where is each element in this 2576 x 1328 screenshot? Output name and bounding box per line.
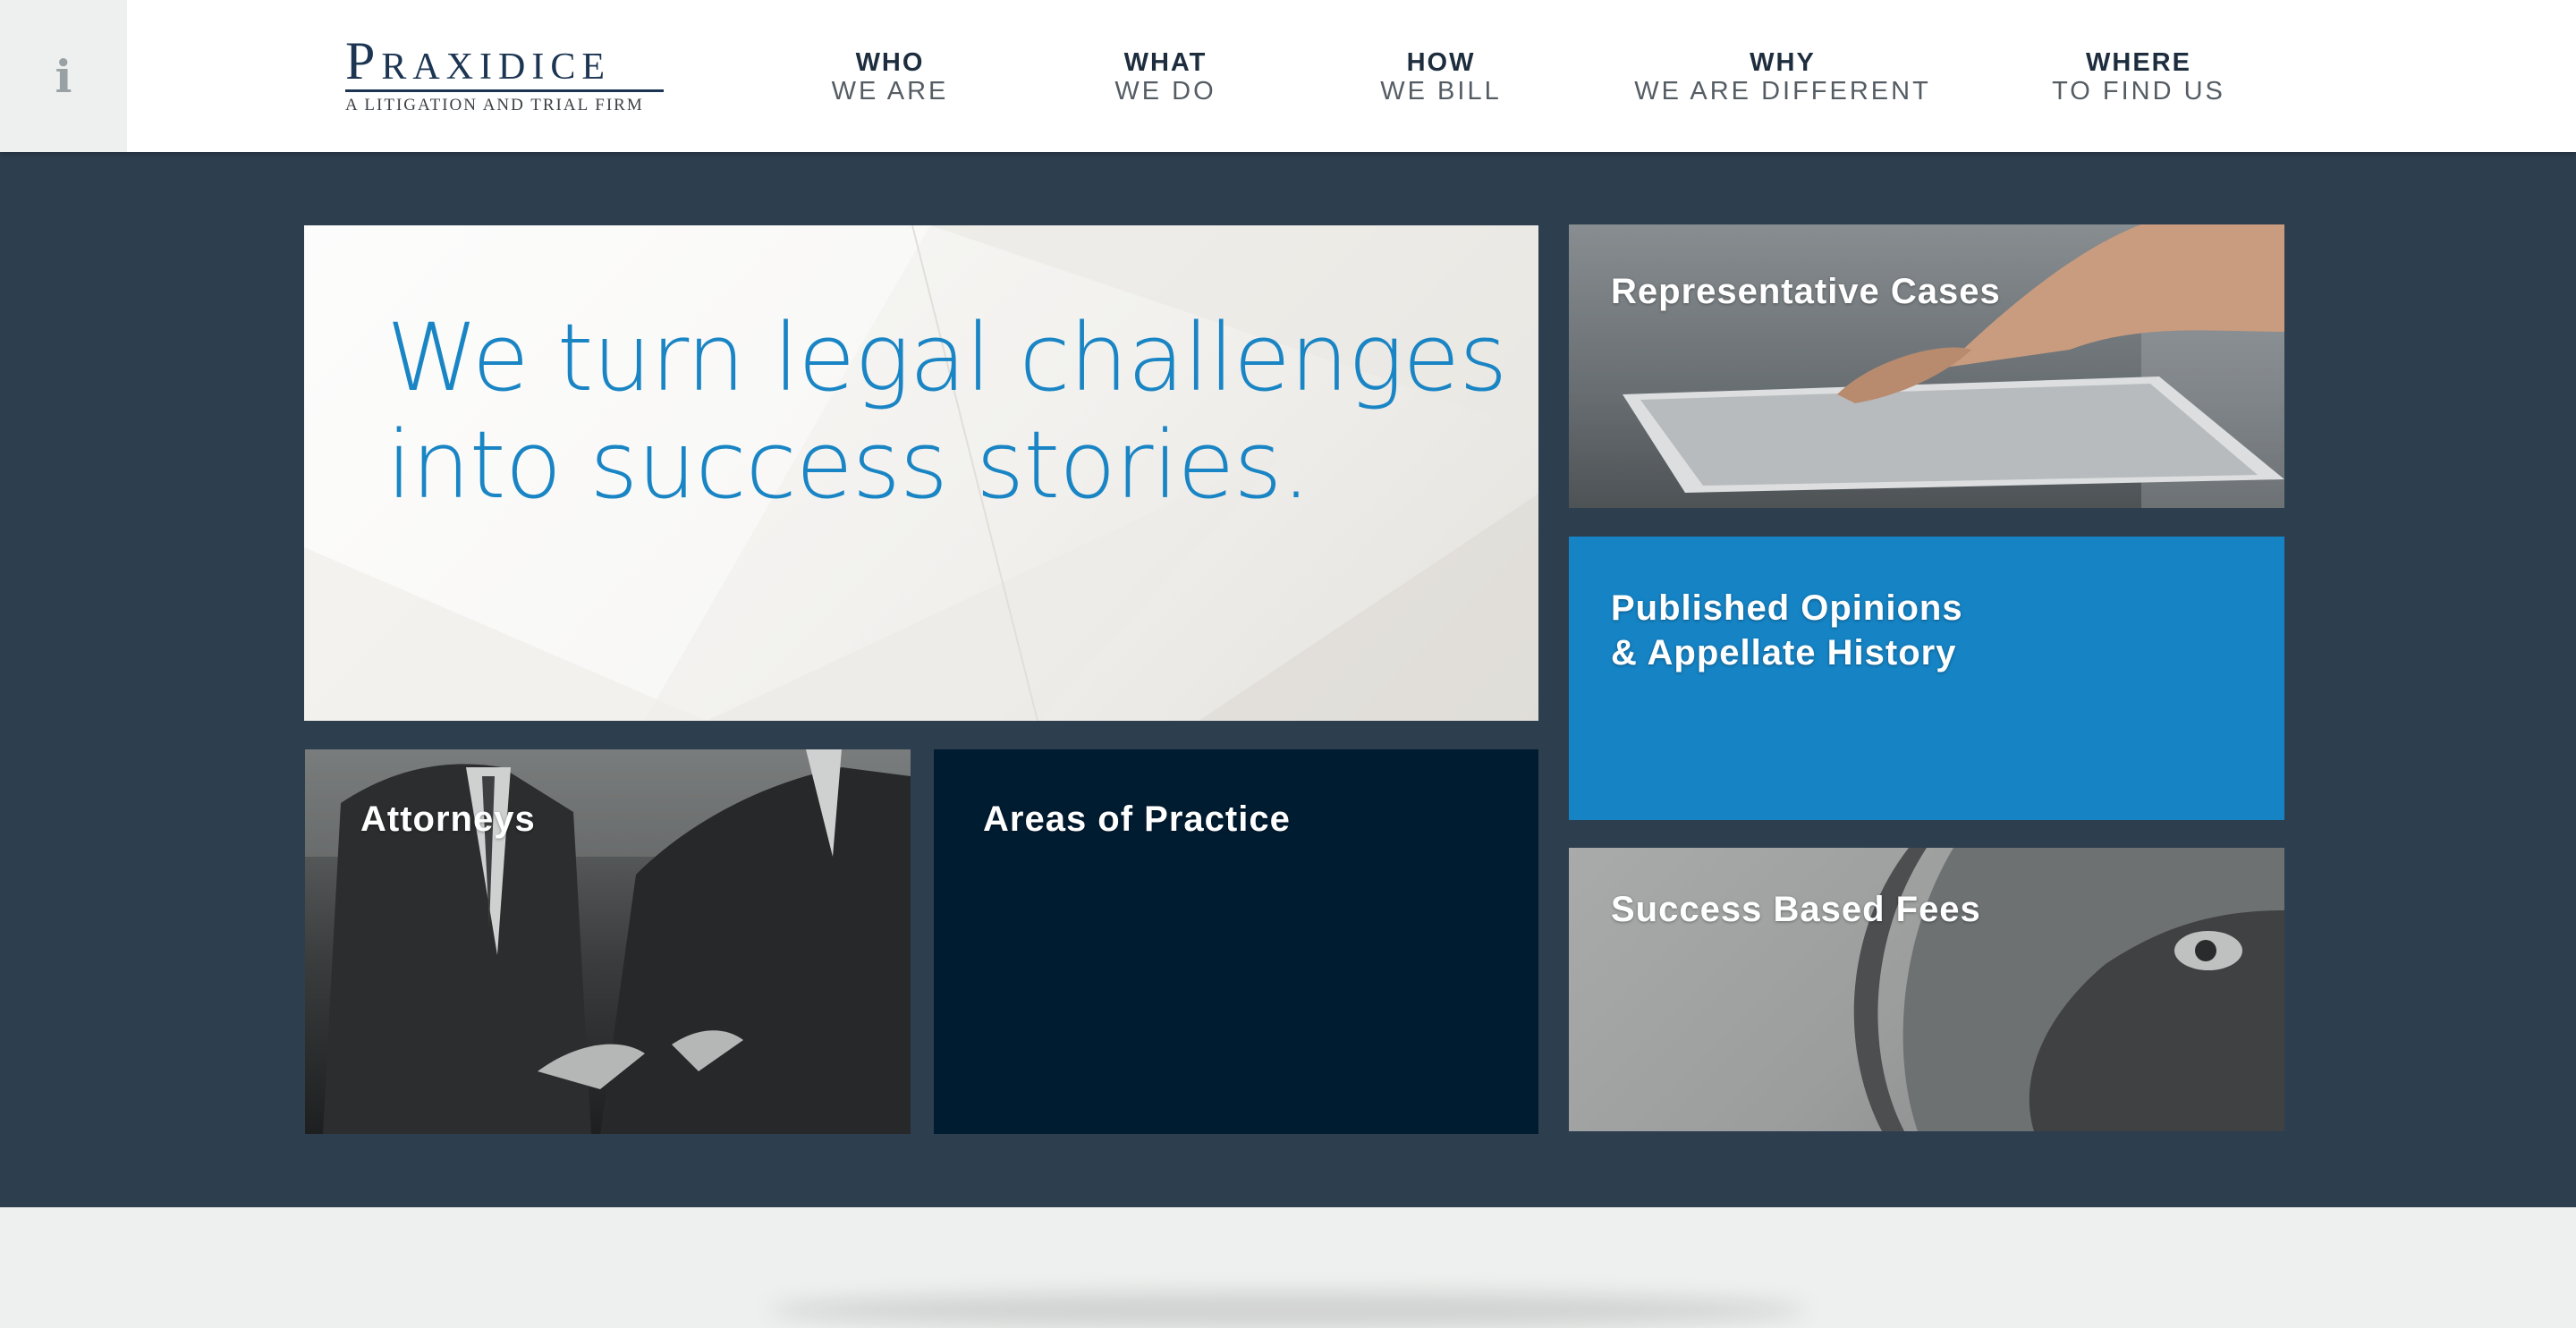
tile-label: Attorneys: [360, 799, 536, 839]
nav-label-top: WHERE: [2086, 48, 2191, 77]
nav-who-we-are[interactable]: WHO WE ARE: [832, 48, 949, 106]
tile-label: Success Based Fees: [1611, 890, 1981, 929]
hero-tagline: We turn legal challenges into success st…: [386, 303, 1507, 520]
site-header: i Praxidice A LITIGATION AND TRIAL FIRM …: [0, 0, 2576, 152]
info-icon: i: [55, 49, 72, 103]
logo-name: Praxidice: [345, 31, 612, 90]
nav-label-bottom: WE BILL: [1380, 77, 1502, 106]
tagline-tile: We turn legal challenges into success st…: [304, 225, 1538, 721]
tile-label: Published Opinions & Appellate History: [1611, 588, 1963, 672]
nav-label-top: WHY: [1750, 48, 1816, 77]
nav-label-bottom: WE DO: [1114, 77, 1216, 106]
logo-link[interactable]: Praxidice A LITIGATION AND TRIAL FIRM: [345, 34, 664, 115]
representative-cases-tile[interactable]: Representative Cases: [1569, 224, 2284, 508]
logo-tagline: A LITIGATION AND TRIAL FIRM: [345, 96, 644, 114]
attorneys-tile[interactable]: Attorneys: [305, 749, 911, 1134]
nav-why-we-are-different[interactable]: WHY WE ARE DIFFERENT: [1634, 48, 1931, 106]
nav-where-to-find-us[interactable]: WHERE TO FIND US: [2052, 48, 2225, 106]
nav-label-bottom: WE ARE DIFFERENT: [1634, 77, 1931, 106]
success-based-fees-tile[interactable]: Success Based Fees: [1569, 848, 2284, 1131]
published-opinions-tile[interactable]: Published Opinions & Appellate History: [1569, 537, 2284, 820]
tile-label: Areas of Practice: [983, 799, 1291, 839]
nav-label-top: WHAT: [1123, 48, 1208, 77]
nav-label-bottom: TO FIND US: [2052, 77, 2225, 106]
nav-what-we-do[interactable]: WHAT WE DO: [1114, 48, 1216, 106]
tile-label: Representative Cases: [1611, 272, 2001, 311]
tablet-photo: [1569, 224, 2284, 508]
info-button[interactable]: i: [0, 0, 127, 152]
footer-shadow: [769, 1292, 1807, 1328]
nav-label-bottom: WE ARE: [831, 77, 949, 106]
areas-of-practice-tile[interactable]: Areas of Practice: [934, 749, 1538, 1134]
nav-label-top: HOW: [1406, 48, 1476, 77]
nav-how-we-bill[interactable]: HOW WE BILL: [1380, 48, 1501, 106]
nav-label-top: WHO: [855, 48, 925, 77]
